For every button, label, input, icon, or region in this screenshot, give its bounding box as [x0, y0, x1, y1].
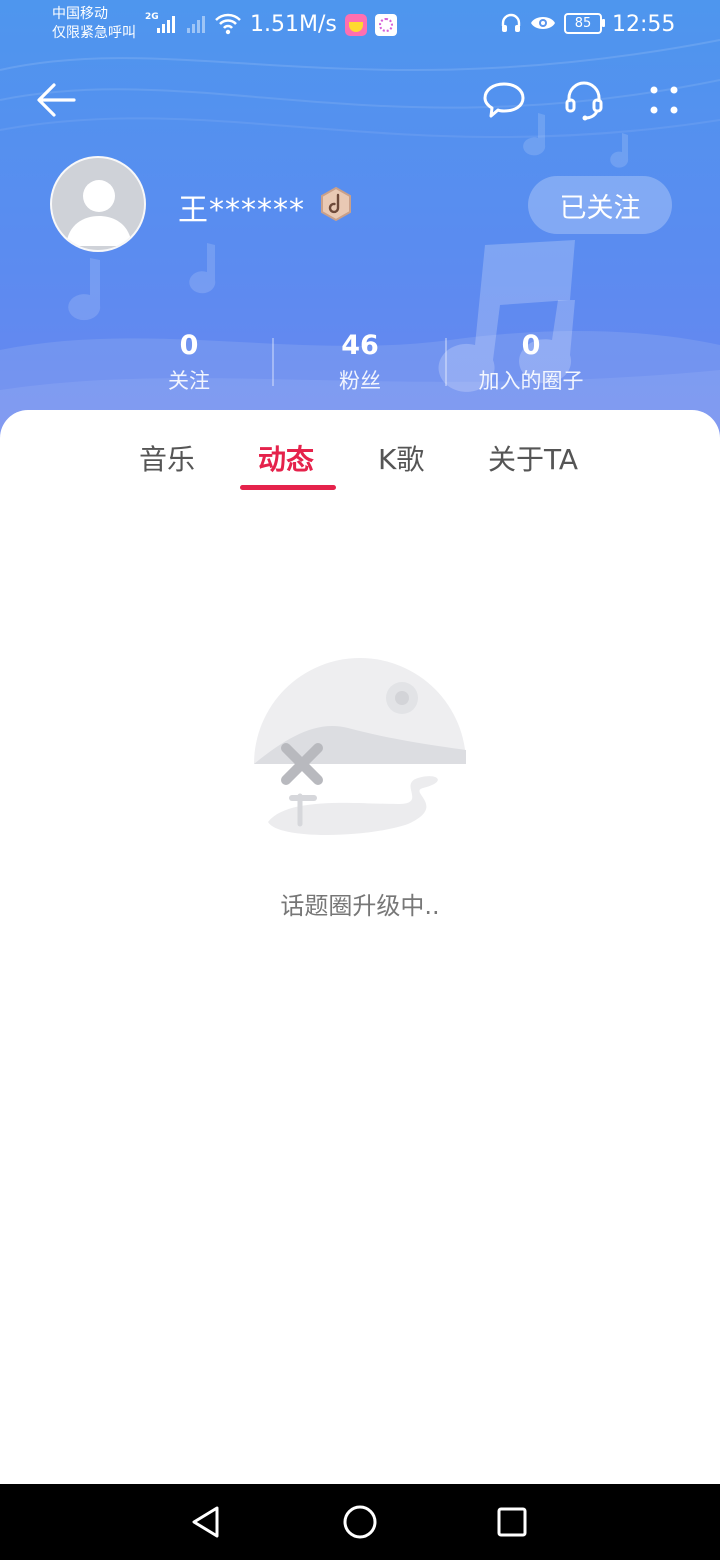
active-tab-indicator	[240, 485, 336, 490]
system-home-button[interactable]	[340, 1502, 380, 1542]
content-panel: 音乐 动态 K歌 关于TA 话题圈升级中..	[0, 410, 720, 1484]
default-avatar-icon	[66, 180, 132, 246]
message-icon	[483, 82, 525, 118]
fans-label: 粉丝	[339, 369, 381, 393]
headset-icon	[565, 81, 603, 121]
message-button[interactable]	[480, 76, 528, 124]
empty-landscape-icon	[254, 658, 466, 835]
home-circle-icon	[343, 1505, 377, 1539]
status-bar: 中国移动 仅限紧急呼叫 2G 1.51M/s 85 12:55	[0, 0, 720, 50]
tab-karaoke[interactable]: K歌	[378, 438, 424, 478]
stat-fans[interactable]: 46 粉丝	[280, 328, 440, 398]
more-icon	[650, 86, 678, 114]
username: 王******	[178, 193, 305, 228]
signal-off-icon	[187, 13, 205, 33]
customer-service-button[interactable]	[560, 76, 608, 124]
carrier-info: 中国移动 仅限紧急呼叫	[52, 5, 136, 43]
tab-activity[interactable]: 动态	[258, 438, 314, 478]
circles-label: 加入的圈子	[478, 369, 584, 393]
following-label: 关注	[168, 369, 210, 393]
clock: 12:55	[612, 12, 676, 37]
back-button[interactable]	[32, 76, 80, 124]
battery-icon: 85	[564, 12, 605, 34]
system-recents-button[interactable]	[492, 1502, 532, 1542]
recents-square-icon	[497, 1507, 527, 1537]
divider	[445, 338, 447, 386]
stat-following[interactable]: 0 关注	[109, 328, 269, 398]
fans-count: 46	[341, 330, 379, 361]
wifi-icon	[215, 13, 241, 35]
carrier-status: 仅限紧急呼叫	[52, 25, 136, 41]
headphones-icon	[501, 13, 521, 32]
network-speed: 1.51M/s	[250, 12, 337, 37]
empty-state-text: 话题圈升级中..	[280, 892, 440, 920]
profile-header: 中国移动 仅限紧急呼叫 2G 1.51M/s 85 12:55 王****** …	[0, 0, 720, 440]
circles-count: 0	[521, 330, 541, 361]
following-count: 0	[179, 330, 199, 361]
divider	[272, 338, 274, 386]
stat-circles[interactable]: 0 加入的圈子	[451, 328, 611, 398]
back-arrow-icon	[37, 83, 76, 117]
app-notification-icon	[375, 14, 397, 36]
back-triangle-icon	[192, 1506, 219, 1538]
system-back-button[interactable]	[186, 1502, 226, 1542]
eye-icon	[531, 17, 555, 29]
avatar[interactable]	[50, 156, 146, 252]
more-button[interactable]	[640, 76, 688, 124]
carrier-name: 中国移动	[52, 6, 108, 22]
tab-about[interactable]: 关于TA	[488, 438, 578, 478]
status-right-icons: 85	[500, 12, 605, 34]
system-navigation-bar	[0, 1484, 720, 1560]
app-notification-icon	[345, 14, 367, 36]
followed-button[interactable]: 已关注	[528, 176, 672, 234]
signal-icon	[157, 13, 175, 33]
music-level-badge-icon[interactable]	[318, 186, 354, 222]
tab-music[interactable]: 音乐	[139, 438, 195, 478]
